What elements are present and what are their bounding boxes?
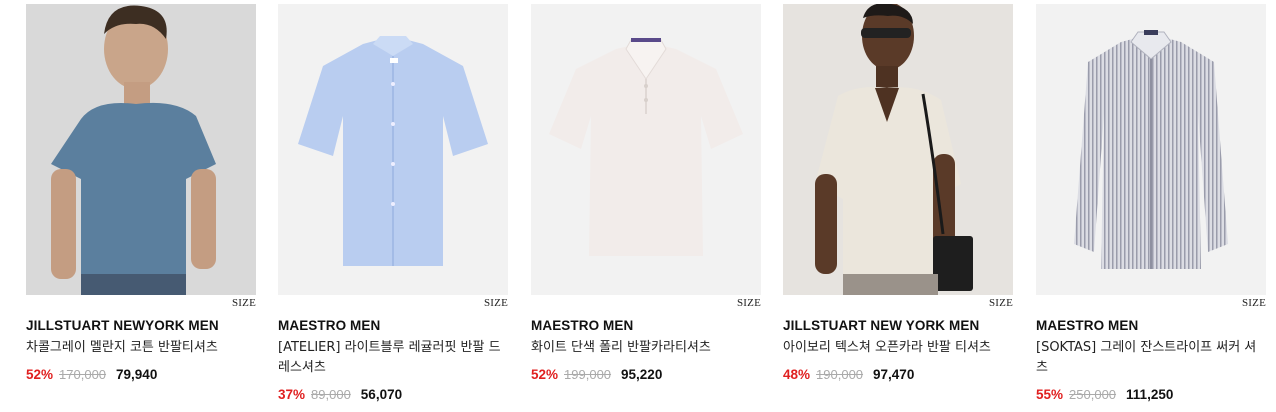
product-name[interactable]: [ATELIER] 라이트블루 레귤러핏 반팔 드레스셔츠 bbox=[278, 338, 502, 378]
product-grid: SIZE JILLSTUART NEWYORK MEN 차콜그레이 멜란지 코튼… bbox=[26, 4, 1266, 408]
product-card[interactable]: SIZE MAESTRO MEN 화이트 단색 폴리 반팔카라티셔츠 52% 1… bbox=[531, 4, 761, 408]
product-card[interactable]: SIZE JILLSTUART NEWYORK MEN 차콜그레이 멜란지 코튼… bbox=[26, 4, 256, 408]
discount-rate: 48% bbox=[783, 367, 811, 382]
product-name[interactable]: 화이트 단색 폴리 반팔카라티셔츠 bbox=[531, 338, 755, 358]
product-name[interactable]: [SOKTAS] 그레이 잔스트라이프 써커 셔츠 bbox=[1036, 338, 1260, 378]
product-name[interactable]: 차콜그레이 멜란지 코튼 반팔티셔츠 bbox=[26, 338, 250, 358]
original-price: 250,000 bbox=[1069, 387, 1117, 402]
product-brand[interactable]: MAESTRO MEN bbox=[531, 318, 633, 333]
discount-rate: 52% bbox=[531, 367, 559, 382]
product-brand[interactable]: MAESTRO MEN bbox=[1036, 318, 1138, 333]
original-price: 170,000 bbox=[59, 367, 107, 382]
product-image[interactable] bbox=[26, 4, 256, 295]
product-brand[interactable]: JILLSTUART NEWYORK MEN bbox=[26, 318, 219, 333]
product-name[interactable]: 아이보리 텍스쳐 오픈카라 반팔 티셔츠 bbox=[783, 338, 1007, 358]
final-price: 95,220 bbox=[621, 367, 663, 382]
product-image[interactable] bbox=[531, 4, 761, 295]
price-row: 48% 190,000 97,470 bbox=[783, 367, 914, 382]
size-link[interactable]: SIZE bbox=[989, 297, 1013, 309]
original-price: 199,000 bbox=[564, 367, 612, 382]
final-price: 56,070 bbox=[360, 387, 403, 402]
final-price: 111,250 bbox=[1126, 387, 1174, 402]
original-price: 89,000 bbox=[311, 387, 351, 402]
price-row: 37% 89,000 56,070 bbox=[278, 387, 402, 402]
price-row: 52% 170,000 79,940 bbox=[26, 367, 157, 382]
product-brand[interactable]: JILLSTUART NEW YORK MEN bbox=[783, 318, 979, 333]
product-brand[interactable]: MAESTRO MEN bbox=[278, 318, 380, 333]
product-card[interactable]: SIZE MAESTRO MEN [SOKTAS] 그레이 잔스트라이프 써커 … bbox=[1036, 4, 1266, 408]
size-link[interactable]: SIZE bbox=[1242, 297, 1266, 309]
size-link[interactable]: SIZE bbox=[484, 297, 508, 309]
price-row: 55% 250,000 111,250 bbox=[1036, 387, 1173, 402]
price-row: 52% 199,000 95,220 bbox=[531, 367, 662, 382]
product-image[interactable] bbox=[783, 4, 1013, 295]
discount-rate: 52% bbox=[26, 367, 54, 382]
discount-rate: 55% bbox=[1036, 387, 1064, 402]
product-image[interactable] bbox=[278, 4, 508, 295]
product-card[interactable]: SIZE JILLSTUART NEW YORK MEN 아이보리 텍스쳐 오픈… bbox=[783, 4, 1013, 408]
product-image[interactable] bbox=[1036, 4, 1266, 295]
final-price: 79,940 bbox=[116, 367, 158, 382]
discount-rate: 37% bbox=[278, 387, 306, 402]
size-link[interactable]: SIZE bbox=[737, 297, 761, 309]
original-price: 190,000 bbox=[816, 367, 864, 382]
product-card[interactable]: SIZE MAESTRO MEN [ATELIER] 라이트블루 레귤러핏 반팔… bbox=[278, 4, 508, 408]
final-price: 97,470 bbox=[873, 367, 915, 382]
size-link[interactable]: SIZE bbox=[232, 297, 256, 309]
